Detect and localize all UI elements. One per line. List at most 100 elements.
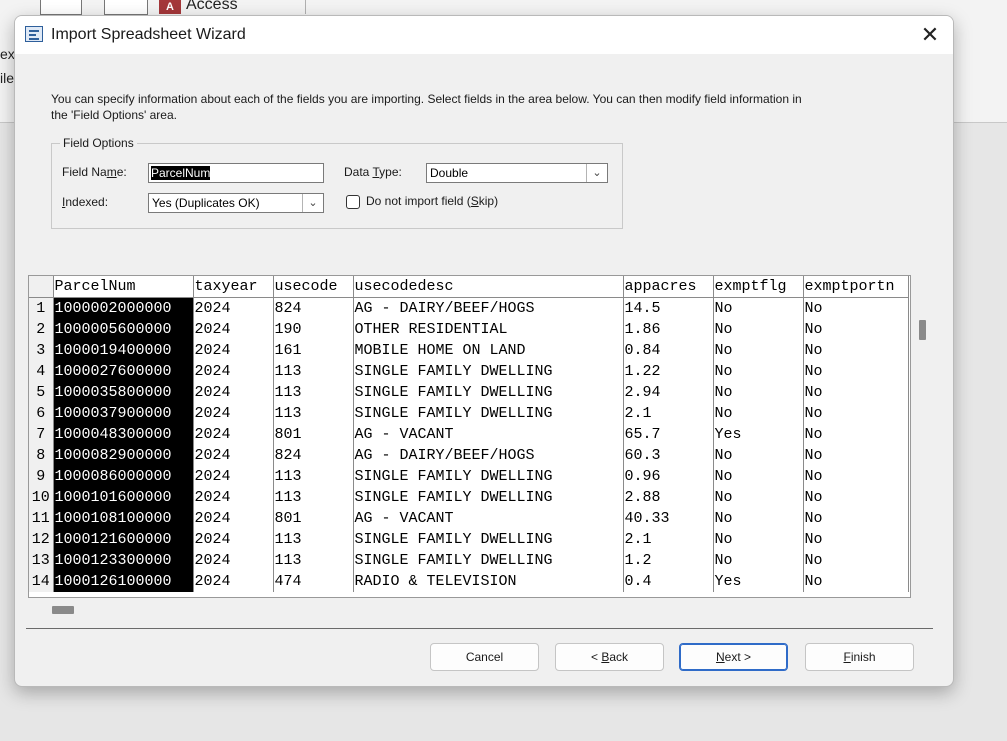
- table-cell: 113: [273, 529, 354, 550]
- table-cell: 824: [273, 445, 354, 466]
- table-cell: 2024: [193, 550, 274, 571]
- table-cell: No: [803, 424, 909, 445]
- table-cell: 40.33: [623, 508, 714, 529]
- back-button[interactable]: < Back: [555, 643, 664, 671]
- table-cell: 1.22: [623, 361, 714, 382]
- column-header[interactable]: usecodedesc: [353, 276, 624, 298]
- dialog-title: Import Spreadsheet Wizard: [51, 26, 246, 43]
- close-button[interactable]: ✕: [912, 20, 948, 50]
- table-cell: 1.86: [623, 319, 714, 340]
- row-number: 14: [29, 571, 54, 592]
- ribbon-divider: [305, 0, 306, 14]
- column-header[interactable]: exmptportn: [803, 276, 909, 298]
- table-cell: 65.7: [623, 424, 714, 445]
- table-cell: No: [713, 508, 804, 529]
- field-name-input[interactable]: ParcelNum: [148, 163, 324, 183]
- indexed-select[interactable]: Yes (Duplicates OK) ⌄: [148, 193, 324, 213]
- table-cell: No: [713, 382, 804, 403]
- table-cell: 190: [273, 319, 354, 340]
- vertical-scrollbar-thumb[interactable]: [919, 320, 926, 340]
- skip-field-checkbox[interactable]: [346, 195, 360, 209]
- table-cell: No: [713, 466, 804, 487]
- table-cell: 14.5: [623, 297, 714, 319]
- wizard-icon: [25, 26, 43, 42]
- row-number: 13: [29, 550, 54, 571]
- data-preview-grid[interactable]: ParcelNum taxyear usecode usecodedesc appacr…: [28, 275, 911, 598]
- table-cell: 1000035800000: [53, 382, 194, 403]
- table-cell: 113: [273, 361, 354, 382]
- table-cell: 2024: [193, 319, 274, 340]
- grid-header-row: ParcelNum taxyear usecode usecodedesc appacr…: [29, 276, 909, 298]
- table-cell: No: [713, 340, 804, 361]
- table-cell: No: [713, 361, 804, 382]
- column-header[interactable]: taxyear: [193, 276, 274, 298]
- table-cell: 60.3: [623, 445, 714, 466]
- table-cell: 1000108100000: [53, 508, 194, 529]
- skip-field-label[interactable]: Do not import field (Skip): [366, 194, 498, 208]
- table-cell: No: [713, 403, 804, 424]
- grid-corner-cell: [29, 276, 54, 298]
- table-cell: SINGLE FAMILY DWELLING: [353, 529, 624, 550]
- data-type-select[interactable]: Double ⌄: [426, 163, 608, 183]
- table-cell: SINGLE FAMILY DWELLING: [353, 403, 624, 424]
- column-header[interactable]: exmptflg: [713, 276, 804, 298]
- import-spreadsheet-wizard-dialog: Import Spreadsheet Wizard ✕ You can spec…: [14, 15, 954, 687]
- preview-table: ParcelNum taxyear usecode usecodedesc appacr…: [29, 276, 909, 592]
- next-button[interactable]: Next >: [679, 643, 788, 671]
- table-cell: 1000082900000: [53, 445, 194, 466]
- table-cell: 1.2: [623, 550, 714, 571]
- table-row: 6 1000037900000 2024 113 SINGLE FAMILY DWELL…: [29, 403, 909, 424]
- row-number: 7: [29, 424, 54, 445]
- attachment-icon: [104, 0, 148, 15]
- table-cell: 801: [273, 424, 354, 445]
- access-logo-icon: A: [159, 0, 181, 14]
- table-cell: No: [803, 571, 909, 592]
- table-cell: No: [803, 361, 909, 382]
- table-cell: 2024: [193, 361, 274, 382]
- table-cell: 161: [273, 340, 354, 361]
- chevron-down-icon[interactable]: ⌄: [586, 164, 607, 182]
- table-row: 14 1000126100000 2024 474 RADIO & TELEVISION…: [29, 571, 909, 592]
- row-number: 4: [29, 361, 54, 382]
- table-cell: SINGLE FAMILY DWELLING: [353, 361, 624, 382]
- horizontal-scrollbar-thumb[interactable]: [52, 606, 74, 614]
- table-row: 13 1000123300000 2024 113 SINGLE FAMILY DWEL…: [29, 550, 909, 571]
- row-number: 10: [29, 487, 54, 508]
- field-options-group: Field Options Field Name: ParcelNum Data…: [51, 136, 623, 229]
- table-cell: 2024: [193, 487, 274, 508]
- table-cell: No: [803, 508, 909, 529]
- table-cell: 113: [273, 382, 354, 403]
- table-row: 5 1000035800000 2024 113 SINGLE FAMILY DWELL…: [29, 382, 909, 403]
- ribbon-access-label[interactable]: Access: [186, 0, 238, 14]
- table-cell: AG - VACANT: [353, 424, 624, 445]
- column-header[interactable]: appacres: [623, 276, 714, 298]
- table-cell: 1000086000000: [53, 466, 194, 487]
- table-cell: AG - DAIRY/BEEF/HOGS: [353, 297, 624, 319]
- table-row: 7 1000048300000 2024 801 AG - VACANT 65.7 Yes N…: [29, 424, 909, 445]
- table-row: 9 1000086000000 2024 113 SINGLE FAMILY DWELL…: [29, 466, 909, 487]
- table-cell: No: [713, 550, 804, 571]
- chevron-down-icon[interactable]: ⌄: [302, 194, 323, 212]
- table-cell: 2024: [193, 382, 274, 403]
- table-cell: No: [713, 529, 804, 550]
- table-cell: No: [803, 466, 909, 487]
- table-cell: 2024: [193, 466, 274, 487]
- table-row: 12 1000121600000 2024 113 SINGLE FAMILY DWEL…: [29, 529, 909, 550]
- table-cell: 2024: [193, 424, 274, 445]
- dialog-titlebar: Import Spreadsheet Wizard ✕: [15, 16, 953, 54]
- table-cell: 1000121600000: [53, 529, 194, 550]
- instructions-text: You can specify information about each o…: [51, 92, 802, 122]
- table-cell: 2.1: [623, 403, 714, 424]
- column-header[interactable]: ParcelNum: [53, 276, 194, 298]
- column-header[interactable]: usecode: [273, 276, 354, 298]
- cancel-button[interactable]: Cancel: [430, 643, 539, 671]
- table-cell: AG - DAIRY/BEEF/HOGS: [353, 445, 624, 466]
- row-number: 8: [29, 445, 54, 466]
- data-type-label: Data Type:: [344, 165, 402, 179]
- table-cell: No: [713, 297, 804, 319]
- table-cell: No: [713, 445, 804, 466]
- table-cell: 2024: [193, 571, 274, 592]
- table-cell: No: [713, 319, 804, 340]
- finish-button[interactable]: Finish: [805, 643, 914, 671]
- table-cell: SINGLE FAMILY DWELLING: [353, 487, 624, 508]
